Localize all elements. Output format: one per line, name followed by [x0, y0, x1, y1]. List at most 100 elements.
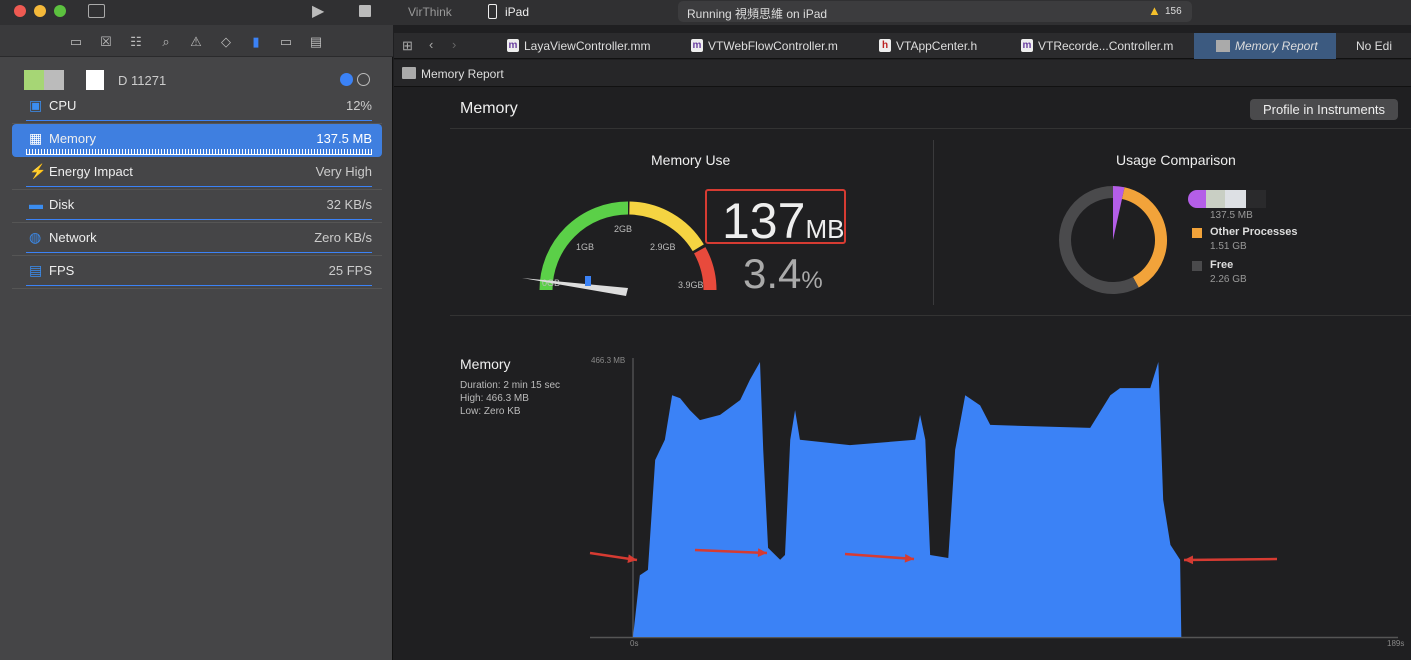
- gauge-tick: 2.9GB: [650, 242, 676, 252]
- gauge-label: Disk: [49, 197, 75, 212]
- gauge-marker: [585, 276, 591, 286]
- minimize-button[interactable]: [34, 5, 46, 17]
- info-icon[interactable]: [340, 73, 353, 86]
- breakpoint-icon[interactable]: ▭: [278, 34, 294, 50]
- gauge-row-disk[interactable]: ▬ Disk 32 KB/s: [12, 190, 382, 223]
- breadcrumb: Memory Report: [394, 60, 1411, 87]
- status-text: Running 視頻思維 on iPad: [687, 7, 828, 21]
- tab-label: VTWebFlowController.m: [708, 39, 838, 53]
- graph-title: Memory: [460, 356, 511, 372]
- sparkline: [26, 115, 372, 121]
- source-control-icon[interactable]: ☒: [98, 34, 114, 50]
- warning-count[interactable]: 156: [1165, 6, 1182, 17]
- tab-label: Memory Report: [1235, 39, 1318, 53]
- graph-high: High: 466.3 MB: [460, 393, 529, 404]
- editor-tab-bar: ⊞ ‹ › m LayaViewController.mm m VTWebFlowCo…: [394, 33, 1411, 59]
- usage-donut-chart: [1059, 186, 1167, 294]
- report-title: Memory: [460, 100, 518, 117]
- find-icon[interactable]: ⌕: [158, 34, 174, 50]
- sparkline: [26, 280, 372, 286]
- legend-swatch: [1192, 261, 1202, 271]
- breadcrumb-item[interactable]: Memory Report: [421, 67, 504, 81]
- forward-icon[interactable]: ›: [452, 37, 456, 52]
- sparkline: [26, 247, 372, 253]
- gauge-tick: 3.9GB: [678, 280, 704, 290]
- gauge-label: Energy Impact: [49, 164, 133, 179]
- tab-no-edi[interactable]: No Edi: [1356, 33, 1392, 59]
- symbol-icon[interactable]: ☷: [128, 34, 144, 50]
- legend-value: 137.5 MB: [1210, 210, 1253, 221]
- sparkline: [26, 181, 372, 187]
- gauge-label: Network: [49, 230, 97, 245]
- tab-label: VTRecorde...Controller.m: [1038, 39, 1174, 53]
- debug-icon[interactable]: ▮: [248, 34, 264, 50]
- ipad-icon: [488, 4, 497, 19]
- legend-value: 2.26 GB: [1210, 274, 1247, 285]
- debug-navigator: ▭ ☒ ☷ ⌕ ⚠ ◇ ▮ ▭ ▤ D 11271 ▣ CPU 12% ▦ Memory…: [0, 25, 393, 660]
- back-icon[interactable]: ‹: [429, 37, 433, 52]
- tab-vtwebflowcontroller-m[interactable]: m VTWebFlowController.m: [691, 33, 838, 59]
- profile-in-instruments-button[interactable]: Profile in Instruments: [1250, 99, 1398, 120]
- grid-icon[interactable]: ⊞: [402, 38, 413, 54]
- gauge-value: Very High: [315, 164, 372, 179]
- gauge-row-fps[interactable]: ▤ FPS 25 FPS: [12, 256, 382, 289]
- zoom-button[interactable]: [54, 5, 66, 17]
- tab-vtrecorde-controller-m[interactable]: m VTRecorde...Controller.m: [1021, 33, 1173, 59]
- close-button[interactable]: [14, 5, 26, 17]
- memory-icon: [1216, 40, 1230, 52]
- graph-duration: Duration: 2 min 15 sec: [460, 380, 561, 391]
- tab-memory-report[interactable]: Memory Report: [1194, 33, 1336, 59]
- gauge-label: FPS: [49, 263, 75, 278]
- gauge-value: 137.5 MB: [316, 131, 372, 146]
- navigator-selector-bar: ▭ ☒ ☷ ⌕ ⚠ ◇ ▮ ▭ ▤: [0, 25, 393, 57]
- report-icon[interactable]: ▤: [308, 34, 324, 50]
- h-file-icon: h: [879, 39, 891, 52]
- folder-icon[interactable]: ▭: [68, 34, 84, 50]
- pause-icon[interactable]: [357, 73, 370, 86]
- donut-slice: [1121, 187, 1167, 288]
- memory-value: 137MB: [722, 192, 844, 250]
- sidebar-toggle-icon[interactable]: [88, 4, 105, 18]
- test-icon[interactable]: ◇: [218, 34, 234, 50]
- arrow-head: [1184, 555, 1194, 565]
- memory-gauge: 0GB1GB2GB2.9GB3.9GB: [522, 201, 717, 296]
- stop-button[interactable]: [359, 5, 371, 17]
- bolt-icon: ⚡: [29, 163, 47, 179]
- gauge-label: CPU: [49, 98, 77, 113]
- memory-icon: [402, 67, 416, 79]
- legend-name: Free: [1210, 259, 1234, 271]
- globe-icon: ◍: [29, 229, 42, 245]
- donut-slice-app: [1113, 186, 1125, 240]
- sparkline: [26, 149, 372, 155]
- process-name: D 11271: [118, 73, 167, 88]
- gauge-tick: 2GB: [614, 224, 632, 234]
- usage-comparison-title: Usage Comparison: [1116, 152, 1236, 168]
- activity-status: Running 視頻思維 on iPad ▲ 156: [678, 1, 1192, 22]
- cpu-icon: ▣: [29, 97, 43, 113]
- fps-icon: ▤: [29, 262, 43, 278]
- gauge-needle: [522, 278, 628, 296]
- tab-label: VTAppCenter.h: [896, 39, 978, 53]
- memory-percent: 3.4%: [743, 250, 823, 298]
- issue-icon[interactable]: ⚠: [188, 34, 204, 50]
- gauge-row-network[interactable]: ◍ Network Zero KB/s: [12, 223, 382, 256]
- gauge-row-memory[interactable]: ▦ Memory 137.5 MB: [12, 124, 382, 157]
- gauge-row-cpu[interactable]: ▣ CPU 12%: [12, 91, 382, 124]
- memory-chart: [589, 358, 1398, 639]
- title-bar: ▶ VirThink iPad Running 視頻思維 on iPad ▲ 1…: [0, 0, 1411, 25]
- m-file-icon: m: [691, 39, 703, 52]
- warning-icon[interactable]: ▲: [1148, 3, 1161, 18]
- memory-icon: ▦: [29, 130, 43, 146]
- scheme-selector[interactable]: VirThink: [408, 5, 452, 19]
- tab-label: No Edi: [1356, 39, 1393, 53]
- tab-layaviewcontroller-mm[interactable]: m LayaViewController.mm: [507, 33, 651, 59]
- gauge-row-energy-impact[interactable]: ⚡ Energy Impact Very High: [12, 157, 382, 190]
- percent-number: 3.4: [743, 250, 802, 297]
- gauge-label: Memory: [49, 131, 96, 146]
- tab-vtappcenter-h[interactable]: h VTAppCenter.h: [879, 33, 977, 59]
- device-selector[interactable]: iPad: [505, 5, 529, 19]
- memory-use-title: Memory Use: [651, 152, 731, 168]
- run-button[interactable]: ▶: [312, 1, 324, 21]
- memory-area-series: [633, 361, 1182, 637]
- app-icon: [24, 70, 104, 90]
